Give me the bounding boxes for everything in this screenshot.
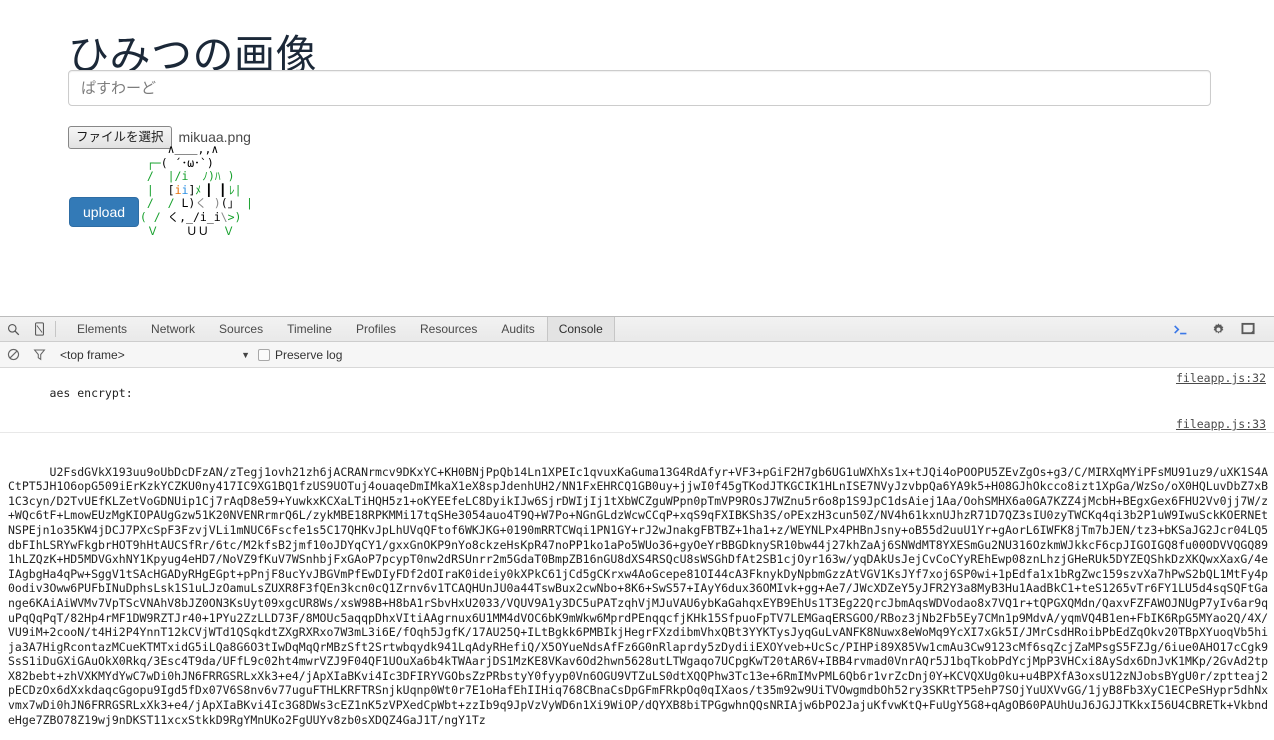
console-source-link[interactable]: fileapp.js:32 xyxy=(1176,371,1266,386)
password-input[interactable] xyxy=(68,70,1211,106)
chevron-down-icon: ▼ xyxy=(241,349,250,360)
dock-position-icon[interactable] xyxy=(1233,322,1263,336)
devtools-tabs: Elements Network Sources Timeline Profil… xyxy=(65,317,615,341)
console-message-list[interactable]: aes encrypt: fileapp.js:32 fileapp.js:33… xyxy=(0,368,1274,740)
devtools-toolbar: Elements Network Sources Timeline Profil… xyxy=(0,317,1274,342)
console-filter-bar: <top frame> ▼ Preserve log xyxy=(0,342,1274,368)
tab-sources[interactable]: Sources xyxy=(207,317,275,341)
tab-profiles[interactable]: Profiles xyxy=(344,317,408,341)
tab-console[interactable]: Console xyxy=(546,317,615,341)
frame-selector-label: <top frame> xyxy=(60,347,125,362)
tab-audits[interactable]: Audits xyxy=(489,317,546,341)
clear-console-icon[interactable] xyxy=(0,348,26,361)
frame-selector[interactable]: <top frame> ▼ xyxy=(60,348,250,362)
preserve-log-label: Preserve log xyxy=(275,347,343,362)
search-icon[interactable] xyxy=(0,317,26,341)
web-page-content: ひみつの画像 ファイルを選択 mikuaa.png ∧＿＿,,∧ ┌─( ´･ω… xyxy=(0,0,1274,316)
gear-icon[interactable] xyxy=(1203,322,1233,337)
tab-resources[interactable]: Resources xyxy=(408,317,489,341)
device-toolbar-icon[interactable] xyxy=(26,317,52,341)
devtools-toolbar-right xyxy=(1166,317,1274,341)
toolbar-divider xyxy=(55,321,56,337)
upload-button[interactable]: upload xyxy=(69,197,140,227)
console-message-text: U2FsdGVkX193uu9oUbDcDFzAN/zTegj1ovh21zh6… xyxy=(8,464,1269,727)
miku-cat-ascii-art: ∧＿＿,,∧ ┌─( ´･ω･`) / |/i ﾉ)ﾊ ) | [ii]ﾒ ▎ … xyxy=(133,142,253,238)
console-message: fileapp.js:33 U2FsdGVkX193uu9oUbDcDFzAN/… xyxy=(0,417,1274,740)
console-prompt-icon[interactable] xyxy=(1166,323,1196,336)
preserve-log-toggle[interactable]: Preserve log xyxy=(258,348,342,362)
devtools-panel: Elements Network Sources Timeline Profil… xyxy=(0,316,1274,740)
tab-network[interactable]: Network xyxy=(139,317,207,341)
console-message-text: aes encrypt: xyxy=(49,385,133,400)
console-message: aes encrypt: fileapp.js:32 xyxy=(0,368,1274,434)
tab-elements[interactable]: Elements xyxy=(65,317,139,341)
console-source-link[interactable]: fileapp.js:33 xyxy=(1176,417,1266,432)
filter-icon[interactable] xyxy=(26,348,52,361)
tab-timeline[interactable]: Timeline xyxy=(275,317,344,341)
preserve-log-checkbox[interactable] xyxy=(258,348,270,361)
